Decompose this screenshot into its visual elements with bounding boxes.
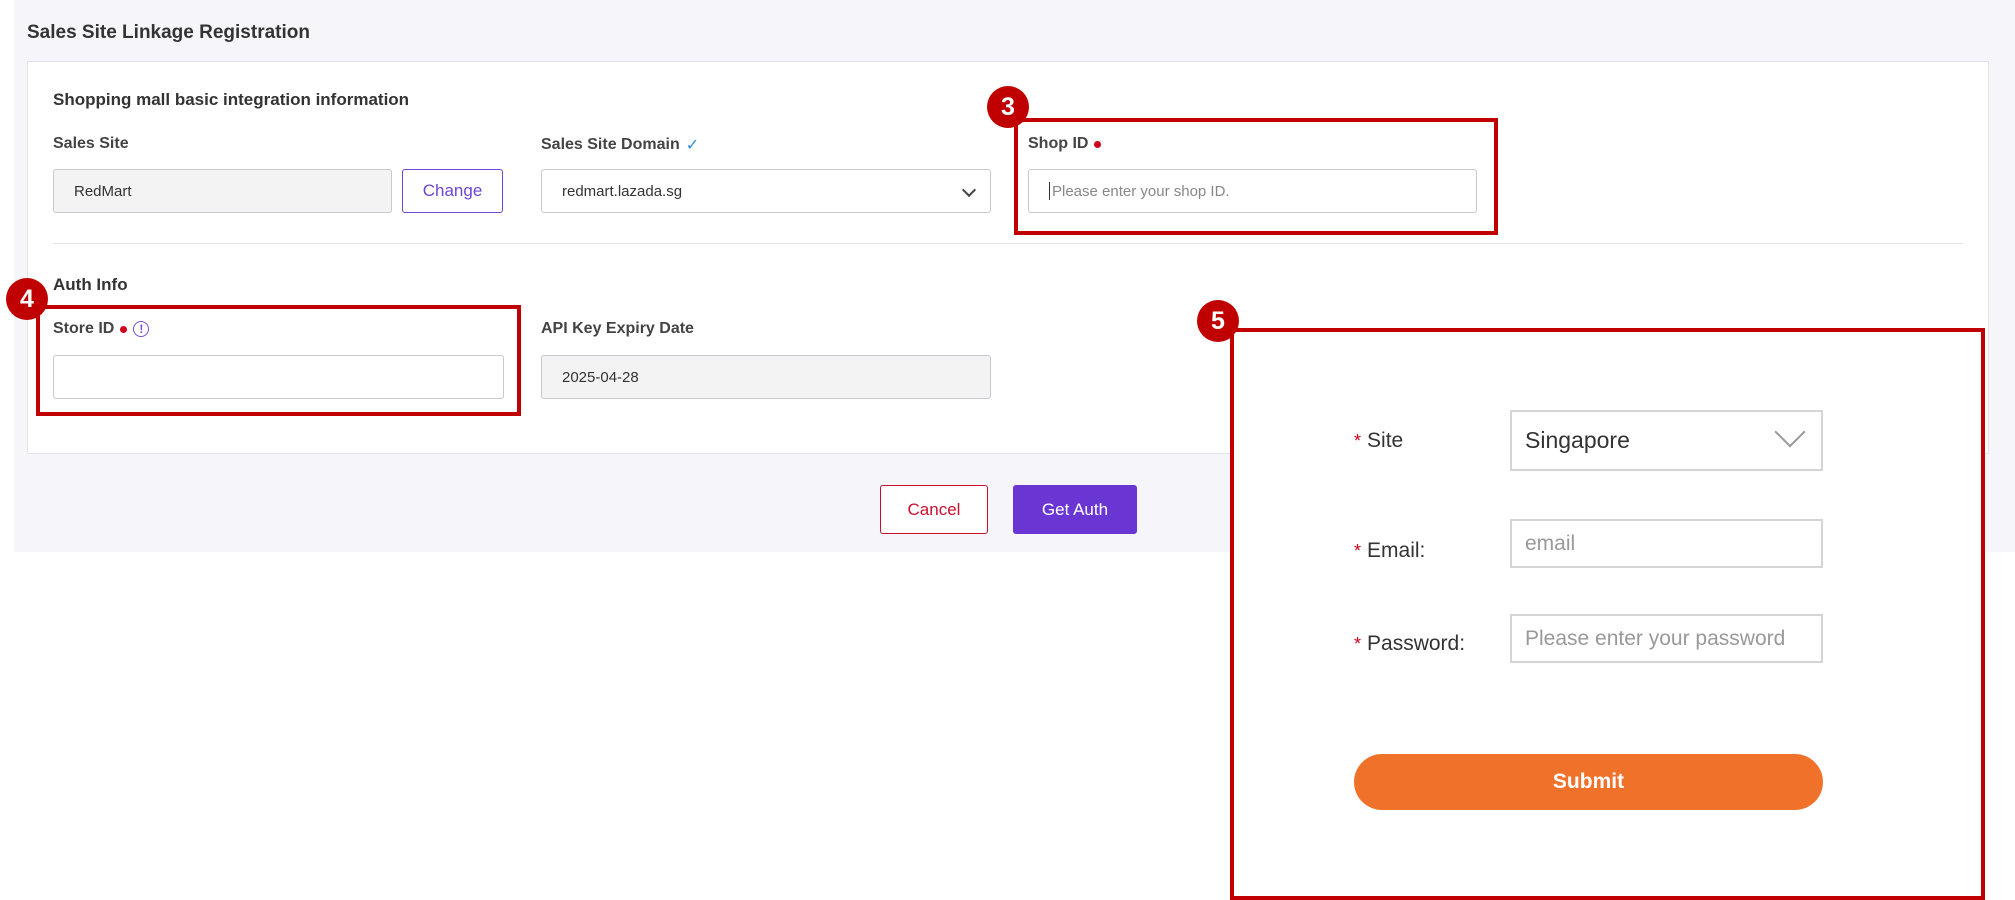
- chevron-down-icon: [961, 182, 977, 198]
- site-select[interactable]: Singapore: [1510, 410, 1823, 471]
- password-label: * Password:: [1354, 632, 1466, 655]
- check-icon: ✓: [685, 137, 700, 154]
- callout-badge-4: 4: [6, 278, 48, 320]
- cancel-button[interactable]: Cancel: [880, 485, 988, 534]
- sales-site-label: Sales Site: [53, 135, 129, 152]
- site-label: * Site: [1354, 429, 1404, 452]
- callout-badge-5: 5: [1197, 300, 1239, 342]
- submit-button[interactable]: Submit: [1354, 754, 1823, 810]
- email-input[interactable]: email: [1510, 519, 1823, 568]
- api-key-expiry-field: 2025-04-28: [541, 355, 991, 399]
- email-label: * Email:: [1354, 539, 1426, 562]
- password-input[interactable]: Please enter your password: [1510, 614, 1823, 663]
- section-divider: [53, 243, 1963, 244]
- get-auth-button[interactable]: Get Auth: [1013, 485, 1137, 534]
- chevron-down-icon: [1774, 416, 1806, 448]
- sales-site-domain-label: Sales Site Domain ✓: [541, 136, 700, 154]
- page-title: Sales Site Linkage Registration: [27, 22, 310, 43]
- basic-section-title: Shopping mall basic integration informat…: [53, 90, 410, 109]
- callout-badge-3: 3: [987, 86, 1029, 128]
- api-key-expiry-label: API Key Expiry Date: [541, 320, 694, 337]
- change-button[interactable]: Change: [402, 169, 503, 213]
- store-id-highlight: [36, 305, 521, 416]
- sales-site-field: RedMart: [53, 169, 392, 213]
- shop-id-highlight: [1014, 118, 1498, 235]
- sales-site-domain-select[interactable]: redmart.lazada.sg: [541, 169, 991, 213]
- auth-section-title: Auth Info: [53, 275, 128, 294]
